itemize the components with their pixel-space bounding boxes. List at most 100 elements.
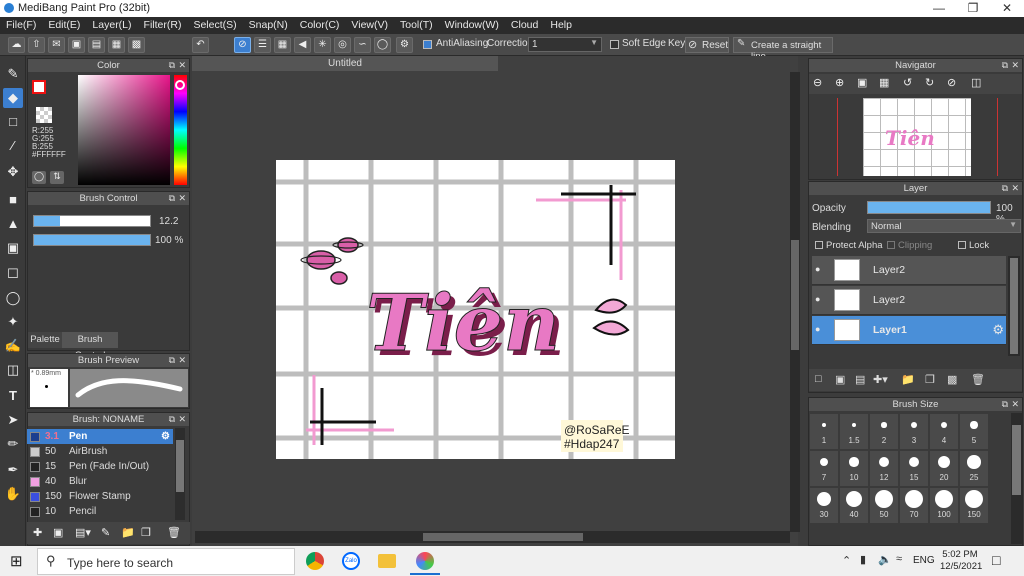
snap-settings-icon[interactable]: ⚙ xyxy=(396,37,413,53)
brush-size-option[interactable]: 70 xyxy=(900,488,928,523)
brush-size-option[interactable]: 7 xyxy=(810,451,838,486)
saturation-value-picker[interactable] xyxy=(78,75,170,185)
zoom-out-icon[interactable]: ⊖ xyxy=(813,76,822,89)
straight-line-button[interactable]: ✎ Create a straight line xyxy=(733,37,833,62)
menu-tool[interactable]: Tool(T) xyxy=(394,17,439,34)
brush-size-option[interactable]: 4 xyxy=(930,414,958,449)
menu-color[interactable]: Color(C) xyxy=(294,17,346,34)
clock[interactable]: 5:02 PM 12/5/2021 xyxy=(940,549,982,573)
palette-icon[interactable]: ◯ xyxy=(32,171,46,184)
rotate-left-icon[interactable]: ↺ xyxy=(903,76,912,89)
menu-filter[interactable]: Filter(R) xyxy=(138,17,188,34)
undo-icon[interactable]: ↶ xyxy=(192,37,209,53)
brush-size-option[interactable]: 20 xyxy=(930,451,958,486)
menu-cloud[interactable]: Cloud xyxy=(505,17,544,34)
close-button[interactable]: ✕ xyxy=(990,0,1024,17)
brush-menu-icon[interactable]: ▤▾ xyxy=(75,526,91,539)
fill-rect-tool-icon[interactable]: ■ xyxy=(3,190,23,210)
menu-view[interactable]: View(V) xyxy=(345,17,394,34)
tiles-icon[interactable]: ▩ xyxy=(128,37,145,53)
zalo-icon[interactable]: Zalo xyxy=(342,552,360,570)
brush-list-scrollbar[interactable] xyxy=(175,428,185,520)
line-tool-icon[interactable]: ∕ xyxy=(3,136,23,156)
tab-untitled[interactable]: Untitled xyxy=(192,56,498,71)
medibang-taskbar-icon[interactable] xyxy=(416,552,434,570)
menu-file[interactable]: File(F) xyxy=(0,17,42,34)
delete-layer-icon[interactable]: 🗑 xyxy=(971,373,985,386)
bucket-tool-icon[interactable]: ▲ xyxy=(3,214,23,234)
brush-size-option[interactable]: 1 xyxy=(810,414,838,449)
duplicate-layer-icon[interactable]: ❐ xyxy=(925,373,935,386)
comment-icon[interactable]: ✉ xyxy=(48,37,65,53)
brush-list-item[interactable]: 50 AirBrush xyxy=(27,444,173,459)
lasso-tool-icon[interactable]: ◯ xyxy=(3,288,23,308)
menu-help[interactable]: Help xyxy=(544,17,578,34)
copy-brush-icon[interactable]: ❐ xyxy=(141,526,151,539)
brush-settings-icon[interactable]: ✎ xyxy=(101,526,110,539)
pen-tool-icon[interactable]: ✒ xyxy=(3,460,23,480)
lock-checkbox[interactable] xyxy=(958,241,966,249)
gradient-tool-icon[interactable]: ▣ xyxy=(3,238,23,258)
brush-list-item[interactable]: 150 Flower Stamp xyxy=(27,489,173,504)
vertical-scrollbar[interactable] xyxy=(790,72,800,532)
add-layer-menu-icon[interactable]: ✚▾ xyxy=(873,373,888,386)
transparent-color-swatch[interactable] xyxy=(36,107,52,123)
menu-select[interactable]: Select(S) xyxy=(187,17,242,34)
brush-size-option[interactable]: 3 xyxy=(900,414,928,449)
layer-row[interactable]: ● Layer2 xyxy=(812,256,1006,285)
menu-window[interactable]: Window(W) xyxy=(439,17,505,34)
flip-icon[interactable]: ◫ xyxy=(971,76,981,89)
new-brush-icon[interactable]: ▣ xyxy=(53,526,63,539)
snap-curve-icon[interactable]: ∽ xyxy=(354,37,371,53)
hue-handle[interactable] xyxy=(175,80,185,90)
brush-size-option[interactable]: 30 xyxy=(810,488,838,523)
snap-off-icon[interactable]: ⊘ xyxy=(234,37,251,53)
text-tool-icon[interactable]: T xyxy=(3,386,23,406)
brush-size-option[interactable]: 100 xyxy=(930,488,958,523)
eye-icon[interactable]: ● xyxy=(815,324,820,334)
brush-size-option[interactable]: 2 xyxy=(870,414,898,449)
brush-list-item[interactable]: 40 Blur xyxy=(27,474,173,489)
close-icon[interactable]: ✕ xyxy=(178,413,186,426)
brush-settings-gear-icon[interactable]: ⚙ xyxy=(161,429,170,444)
chrome-icon[interactable] xyxy=(306,552,324,570)
horizontal-scrollbar[interactable] xyxy=(195,531,790,543)
folder-icon[interactable]: 📁 xyxy=(121,526,135,539)
antialiasing-checkbox[interactable] xyxy=(423,40,432,49)
actual-size-icon[interactable]: ▦ xyxy=(879,76,889,89)
maximize-button[interactable]: ❐ xyxy=(956,0,990,17)
brush-size-option[interactable]: 10 xyxy=(840,451,868,486)
brush-list-item[interactable]: 10 Pencil xyxy=(27,504,173,519)
fit-icon[interactable]: ▣ xyxy=(857,76,867,89)
blending-select[interactable]: Normal ▼ xyxy=(867,219,1021,233)
battery-icon[interactable]: ▮ xyxy=(860,553,866,566)
close-icon[interactable]: ✕ xyxy=(1011,182,1019,195)
brush-list-item[interactable]: 3.1 Pen ⚙ xyxy=(27,429,173,444)
brush-size-option[interactable]: 50 xyxy=(870,488,898,523)
merge-layer-icon[interactable]: ▩ xyxy=(947,373,957,386)
new-layer-1bit-icon[interactable]: ▤ xyxy=(855,373,865,386)
page-icon[interactable]: ▤ xyxy=(88,37,105,53)
correction-select[interactable]: 1 ▼ xyxy=(528,37,602,52)
move-tool-icon[interactable]: ✥ xyxy=(3,162,23,182)
notification-icon[interactable]: □ xyxy=(992,552,1000,568)
primary-color-swatch[interactable] xyxy=(32,80,46,94)
snap-angle-icon[interactable]: ◀ xyxy=(294,37,311,53)
layer-row[interactable]: ● Layer1 ⚙ xyxy=(812,316,1006,345)
hand-tool-icon[interactable]: ✋ xyxy=(3,484,23,504)
layer-row[interactable]: ● Layer2 xyxy=(812,286,1006,315)
wifi-icon[interactable]: ≈ xyxy=(896,553,902,565)
brush-size-option[interactable]: 150 xyxy=(960,488,988,523)
soft-edge-checkbox[interactable] xyxy=(610,40,619,49)
protect-alpha-checkbox[interactable] xyxy=(815,241,823,249)
snap-parallel-icon[interactable]: ☰ xyxy=(254,37,271,53)
brush-size-option[interactable]: 25 xyxy=(960,451,988,486)
menu-edit[interactable]: Edit(E) xyxy=(42,17,86,34)
reset-button[interactable]: ⊘ Reset xyxy=(685,37,729,53)
chat-icon[interactable]: ▣ xyxy=(68,37,85,53)
layer-opacity-slider[interactable] xyxy=(867,201,991,214)
select-pen-tool-icon[interactable]: ✍ xyxy=(3,336,23,356)
snap-radial-icon[interactable]: ✳ xyxy=(314,37,331,53)
minimize-button[interactable]: — xyxy=(922,0,956,17)
eraser-tool-icon[interactable]: ◆ xyxy=(3,88,23,108)
